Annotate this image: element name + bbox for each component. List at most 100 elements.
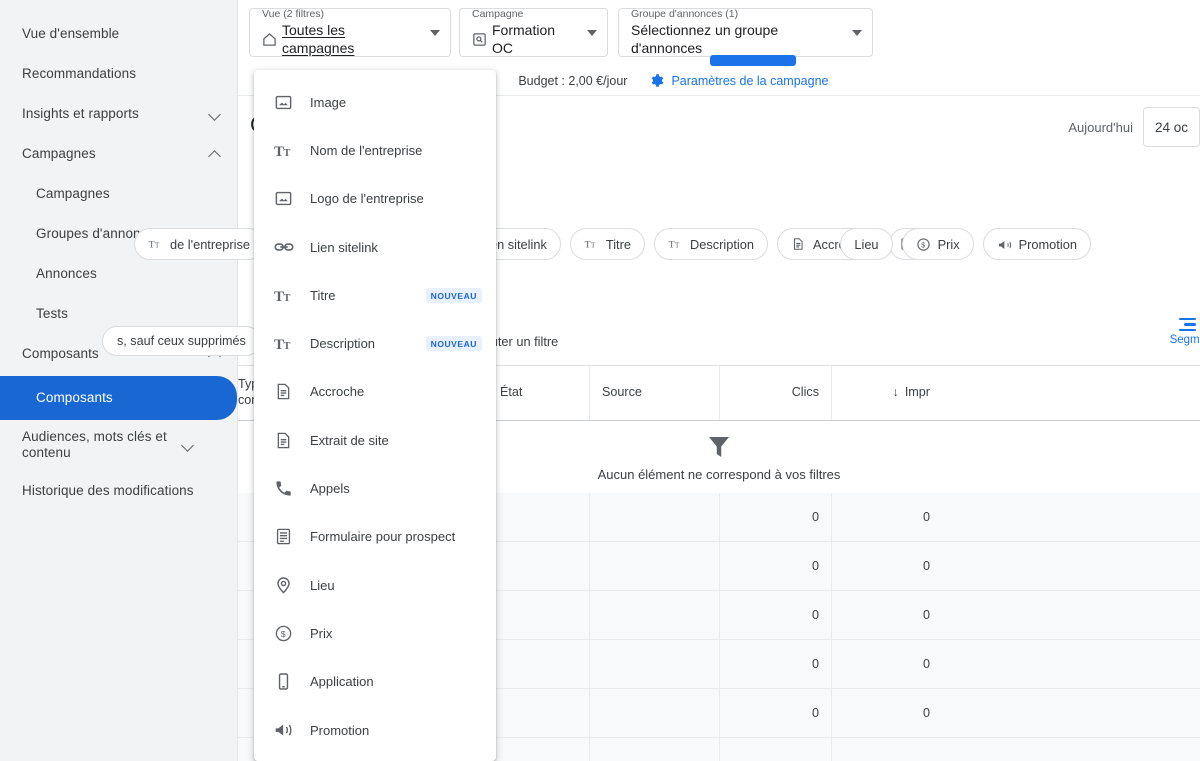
cell-clics <box>720 738 832 761</box>
svg-text:$: $ <box>281 629 286 639</box>
svg-text:T: T <box>155 241 160 249</box>
segments-label: Segme <box>1169 334 1200 347</box>
price-icon: $ <box>916 237 931 252</box>
component-chip-nom-de-lentreprise[interactable]: TT de l'entreprise <box>134 228 264 260</box>
cell-clics: 0 <box>720 591 832 639</box>
date-range-picker[interactable]: 24 oc <box>1142 107 1200 147</box>
menu-item-label: Lieu <box>310 577 335 593</box>
menu-item-badge: NOUVEAU <box>425 336 482 352</box>
sidebar-item-label: Annonces <box>36 266 97 282</box>
table-column-source[interactable]: Source <box>590 366 720 420</box>
doc-icon <box>274 382 296 401</box>
component-chip-label: Promotion <box>1018 236 1077 252</box>
sidebar-item-recommandations[interactable]: Recommandations <box>0 54 237 94</box>
component-chip-prix[interactable]: $ Prix <box>901 228 974 260</box>
svg-text:T: T <box>284 148 291 159</box>
menu-item-appels[interactable]: Appels <box>254 464 496 512</box>
menu-item-badge: NOUVEAU <box>425 287 482 303</box>
svg-text:T: T <box>274 144 284 160</box>
table-column-etat[interactable]: État <box>488 366 590 420</box>
campaign-selector-value-row: Formation OC <box>472 21 577 57</box>
campaign-selector[interactable]: Campagne Formation OC <box>459 8 608 57</box>
sidebar-item-annonces[interactable]: Annonces <box>0 254 237 294</box>
cell-clics: 0 <box>720 689 832 737</box>
sidebar-item-insights-et-rapports[interactable]: Insights et rapports <box>0 94 237 134</box>
table-column-impressions[interactable]: ↓ Impr <box>832 366 942 420</box>
price-icon: $ <box>274 624 296 643</box>
component-chip-titre[interactable]: TT Titre <box>569 228 645 260</box>
cell-source <box>590 591 720 639</box>
adgroup-selector-value: Sélectionnez un groupe d'annonces <box>631 22 779 56</box>
menu-item-image[interactable]: Image <box>254 78 496 126</box>
svg-text:T: T <box>149 239 155 250</box>
cell-clics: 0 <box>720 542 832 590</box>
segments-button[interactable]: Segme <box>1170 318 1200 346</box>
view-selector-value-row: Toutes les campagnes <box>262 21 420 57</box>
sidebar-item-campagnes[interactable]: Campagnes <box>0 174 237 214</box>
menu-item-label: Description <box>310 336 376 352</box>
menu-item-nom-de-lentreprise[interactable]: TT Nom de l'entreprise <box>254 126 496 174</box>
cell-impr: 0 <box>922 559 930 573</box>
chevron-down-icon[interactable] <box>587 29 597 36</box>
menu-item-logo-de-lentreprise[interactable]: Logo de l'entreprise <box>254 175 496 223</box>
sidebar-item-label: Composants <box>36 390 113 406</box>
text-icon: TT <box>148 237 163 252</box>
menu-item-extrait-de-site[interactable]: Extrait de site <box>254 416 496 464</box>
menu-item-lien-sitelink[interactable]: Lien sitelink <box>254 223 496 271</box>
text-icon: TT <box>274 141 296 160</box>
sidebar-item-composants[interactable]: Composants <box>0 376 237 420</box>
table-column-label: Impr <box>904 385 930 400</box>
cell-etat <box>488 738 590 761</box>
sidebar-item-audiences-mots-cles-et-contenu[interactable]: Audiences, mots clés et contenu <box>0 422 237 468</box>
menu-item-lieu[interactable]: Lieu <box>254 561 496 609</box>
sidebar-item-label: Vue d'ensemble <box>22 26 120 42</box>
chevron-down-icon[interactable] <box>430 29 440 36</box>
component-chip-description[interactable]: TT Description <box>654 228 769 260</box>
menu-item-promotion[interactable]: Promotion <box>254 706 496 754</box>
cell-impr: 0 <box>922 657 930 671</box>
text-icon: TT <box>274 286 296 305</box>
campaign-settings-link[interactable]: Paramètres de la campagne <box>649 73 828 88</box>
menu-item-titre[interactable]: TT Titre NOUVEAU <box>254 271 496 319</box>
menu-item-description[interactable]: TT Description NOUVEAU <box>254 319 496 367</box>
sidebar-item-label: Campagnes <box>22 146 96 162</box>
menu-item-formulaire-pour-prospect[interactable]: Formulaire pour prospect <box>254 513 496 561</box>
cell-impr: 0 <box>922 706 930 720</box>
component-chip-lieu[interactable]: Lieu <box>840 228 893 260</box>
svg-text:T: T <box>274 289 284 305</box>
gear-icon <box>649 73 664 88</box>
svg-text:$: $ <box>921 242 925 249</box>
menu-item-label: Nom de l'entreprise <box>310 142 423 158</box>
cell-source <box>590 493 720 541</box>
sidebar-item-label: Historique des modifications <box>22 483 194 499</box>
sidebar-item-campagnes-group[interactable]: Campagnes <box>0 134 237 174</box>
cell-source <box>590 542 720 590</box>
menu-item-application[interactable]: Application <box>254 658 496 706</box>
filter-chip-status[interactable]: s, sauf ceux supprimés <box>102 326 261 356</box>
table-column-label: État <box>500 385 523 400</box>
view-selector[interactable]: Vue (2 filtres) Toutes les campagnes <box>249 8 451 57</box>
chevron-down-icon[interactable] <box>207 106 223 122</box>
cell-etat <box>488 640 590 688</box>
menu-item-label: Logo de l'entreprise <box>310 191 424 207</box>
table-column-clics[interactable]: Clics <box>720 366 832 420</box>
sidebar-item-label: Tests <box>36 306 69 322</box>
cell-etat <box>488 493 590 541</box>
sidebar: Vue d'ensemble Recommandations Insights … <box>0 0 238 761</box>
text-icon: TT <box>274 334 296 353</box>
cell-source <box>590 689 720 737</box>
cell-impr: 0 <box>922 510 930 524</box>
sort-arrow-down-icon: ↓ <box>892 385 899 400</box>
sidebar-item-vue-densemble[interactable]: Vue d'ensemble <box>0 14 237 54</box>
chevron-down-icon[interactable] <box>852 29 862 36</box>
adgroup-selector[interactable]: Groupe d'annonces (1) Sélectionnez un gr… <box>618 8 873 57</box>
menu-item-accroche[interactable]: Accroche <box>254 368 496 416</box>
chevron-up-icon[interactable] <box>207 146 223 162</box>
sidebar-item-historique-des-modifications[interactable]: Historique des modifications <box>0 468 237 514</box>
component-chip-promotion[interactable]: Promotion <box>982 228 1091 260</box>
chevron-down-icon[interactable] <box>180 437 196 453</box>
doc-icon <box>791 237 806 252</box>
menu-item-prix[interactable]: $ Prix <box>254 609 496 657</box>
cell-etat <box>488 591 590 639</box>
sidebar-item-label: Recommandations <box>22 66 137 82</box>
